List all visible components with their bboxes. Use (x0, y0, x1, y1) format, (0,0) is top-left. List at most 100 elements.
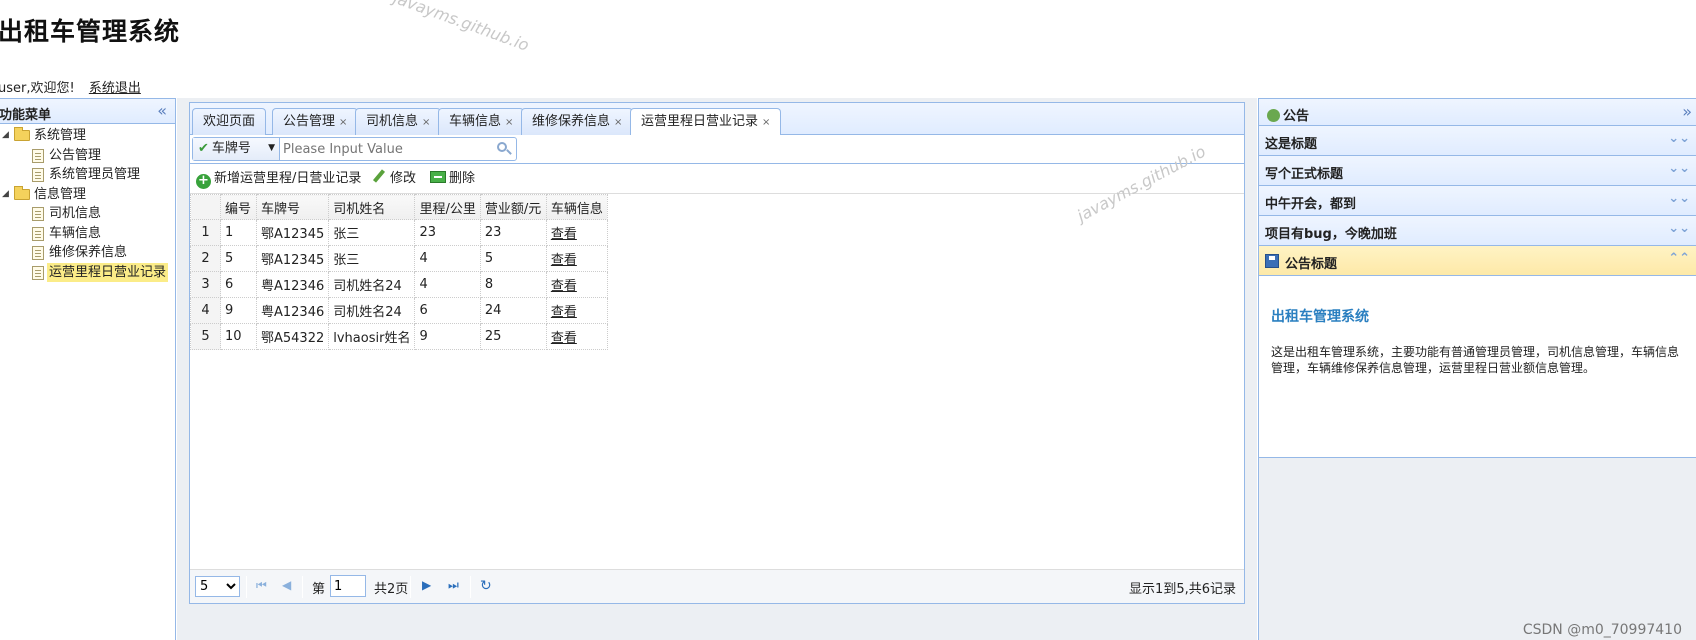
tab-label: 车辆信息 (449, 114, 502, 129)
search-icon[interactable] (493, 139, 513, 159)
notice-panel-title: 公告 (1267, 105, 1309, 124)
view-link[interactable]: 查看 (551, 305, 577, 320)
view-link[interactable]: 查看 (551, 331, 577, 346)
accordion-title: 写个正式标题 (1265, 167, 1344, 182)
datagrid: + 新增运营里程/日营业记录 修改 删除 编号 车牌号 司机姓名 里程/公里 营… (190, 142, 1244, 568)
view-link[interactable]: 查看 (551, 279, 577, 294)
accordion-item[interactable]: 这是标题 ⌄⌄ (1259, 126, 1696, 156)
tree-node-label: 系统管理 (34, 128, 87, 143)
search-bar: ✔ 车牌号 ▼ (190, 135, 1244, 161)
tree-node-label: 系统管理员管理 (49, 167, 141, 182)
search-field-selector[interactable]: ✔ 车牌号 ▼ (193, 138, 280, 160)
csdn-watermark: CSDN @m0_70997410 (1522, 622, 1682, 638)
tab-container: 欢迎页面 公告管理 × 司机信息 × 车辆信息 × 维修保养信息 × 运营里程日营业记录… (189, 102, 1245, 604)
cell-revenue: 24 (479, 297, 547, 324)
edit-button[interactable]: 修改 (372, 168, 416, 190)
tree-node-maintenance-info[interactable]: 维修保养信息 (0, 243, 175, 263)
accordion-title: 公告标题 (1285, 257, 1338, 272)
close-icon[interactable]: × (422, 117, 430, 128)
header: 出租车管理系统 user,欢迎您! 系统退出 javayms.github.io (0, 0, 1696, 98)
welcome-text: user,欢迎您! (0, 81, 75, 96)
column-header[interactable]: 编号 (220, 194, 257, 220)
logout-link[interactable]: 系统退出 (89, 81, 141, 96)
search-input[interactable] (283, 140, 483, 158)
column-header[interactable]: 营业额/元 (479, 194, 547, 220)
cell-revenue: 23 (479, 219, 547, 246)
cell-driver: 司机姓名24 (328, 271, 416, 298)
page-number-input[interactable] (330, 575, 366, 597)
collapse-chevron-icon[interactable]: ⌃⌃ (1668, 251, 1690, 266)
column-header[interactable]: 司机姓名 (328, 194, 416, 220)
page-size-select[interactable]: 5 (195, 576, 240, 597)
accordion-item-open[interactable]: 公告标题 ⌃⌃ (1259, 246, 1696, 276)
tab-maintenance-info[interactable]: 维修保养信息 × (521, 108, 634, 135)
column-header[interactable]: 里程/公里 (414, 194, 481, 220)
cell-vehicle-info: 查看 (545, 219, 608, 246)
cell-km: 23 (414, 219, 481, 246)
tree-node-label: 司机信息 (49, 206, 102, 221)
close-icon[interactable]: × (505, 117, 513, 128)
column-header[interactable]: 车辆信息 (545, 194, 608, 220)
double-chevron-right-icon[interactable]: » (1682, 102, 1692, 121)
table-row[interactable]: 3 6 粤A12346 司机姓名24 4 8 查看 (190, 271, 608, 298)
tab-vehicle-info[interactable]: 车辆信息 × (438, 108, 525, 135)
tree-node-label: 公告管理 (49, 147, 102, 163)
add-record-label: 新增运营里程/日营业记录 (214, 171, 362, 186)
accordion-item[interactable]: 写个正式标题 ⌄⌄ (1259, 156, 1696, 186)
view-link[interactable]: 查看 (551, 227, 577, 242)
tree-node-notice-management[interactable]: 公告管理 (0, 146, 175, 166)
tree-node-system-management[interactable]: ◢ 系统管理 (0, 126, 175, 146)
tree-node-vehicle-info[interactable]: 车辆信息 (0, 224, 175, 244)
tab-welcome[interactable]: 欢迎页面 (192, 108, 267, 135)
expand-chevron-icon[interactable]: ⌄⌄ (1668, 161, 1690, 176)
expand-chevron-icon[interactable]: ⌄⌄ (1668, 131, 1690, 146)
tree-node-admin-management[interactable]: 系统管理员管理 (0, 165, 175, 185)
refresh-icon[interactable]: ↻ (480, 578, 492, 594)
tree-node-info-management[interactable]: ◢ 信息管理 (0, 185, 175, 205)
tree-node-mileage-records[interactable]: 运营里程日营业记录 (0, 262, 175, 283)
notice-panel-title-text: 公告 (1283, 109, 1310, 124)
close-icon[interactable]: × (614, 117, 622, 128)
toolbar-separator (364, 168, 365, 190)
cell-id: 6 (220, 271, 257, 298)
close-icon[interactable]: × (762, 117, 770, 128)
cell-vehicle-info: 查看 (545, 323, 608, 350)
accordion-title: 项目有bug，今晚加班 (1265, 227, 1397, 242)
next-page-icon[interactable]: ▶ (422, 578, 431, 592)
tab-label: 维修保养信息 (532, 114, 611, 129)
tree-node-driver-info[interactable]: 司机信息 (0, 204, 175, 224)
prev-page-icon[interactable]: ◀ (282, 578, 291, 592)
tree-expanded-icon[interactable]: ◢ (2, 185, 9, 204)
tab-notice-management[interactable]: 公告管理 × (272, 108, 359, 135)
dropdown-arrow-icon[interactable]: ▼ (268, 138, 275, 159)
add-record-button[interactable]: + 新增运营里程/日营业记录 (196, 168, 361, 190)
delete-button[interactable]: 删除 (430, 168, 475, 190)
cell-vehicle-info: 查看 (545, 245, 608, 272)
tab-driver-info[interactable]: 司机信息 × (355, 108, 442, 135)
tree-expanded-icon[interactable]: ◢ (2, 126, 9, 145)
tab-mileage-records[interactable]: 运营里程日营业记录 × (630, 108, 782, 136)
tab-label: 公告管理 (283, 114, 336, 129)
accordion-item[interactable]: 项目有bug，今晚加班 ⌄⌄ (1259, 216, 1696, 246)
notice-content-text: 这是出租车管理系统，主要功能有普通管理员管理，司机信息管理，车辆信息管理，车辆维… (1271, 345, 1680, 375)
search-box: ✔ 车牌号 ▼ (192, 137, 517, 161)
pager-separator (246, 576, 247, 598)
expand-chevron-icon[interactable]: ⌄⌄ (1668, 191, 1690, 206)
table-row[interactable]: 2 5 鄂A12345 张三 4 5 查看 (190, 245, 608, 272)
cell-revenue: 8 (479, 271, 547, 298)
double-chevron-left-icon[interactable]: « (157, 101, 167, 120)
grid-toolbar: + 新增运营里程/日营业记录 修改 删除 (190, 164, 1244, 194)
first-page-icon[interactable]: ⏮ (256, 578, 267, 593)
accordion-item[interactable]: 中午开会，都到 ⌄⌄ (1259, 186, 1696, 216)
table-row[interactable]: 5 10 鄂A54322 lvhaosir姓名 9 25 查看 (190, 323, 608, 350)
view-link[interactable]: 查看 (551, 253, 577, 268)
table-row[interactable]: 1 1 鄂A12345 张三 23 23 查看 (190, 219, 608, 246)
table-row[interactable]: 4 9 粤A12346 司机姓名24 6 24 查看 (190, 297, 608, 324)
expand-chevron-icon[interactable]: ⌄⌄ (1668, 221, 1690, 236)
cell-plate: 鄂A12345 (255, 219, 330, 246)
cell-id: 10 (220, 323, 257, 350)
last-page-icon[interactable]: ⏭ (448, 578, 459, 593)
column-header[interactable]: 车牌号 (255, 194, 330, 220)
close-icon[interactable]: × (339, 117, 347, 128)
app-title: 出租车管理系统 (0, 17, 181, 46)
